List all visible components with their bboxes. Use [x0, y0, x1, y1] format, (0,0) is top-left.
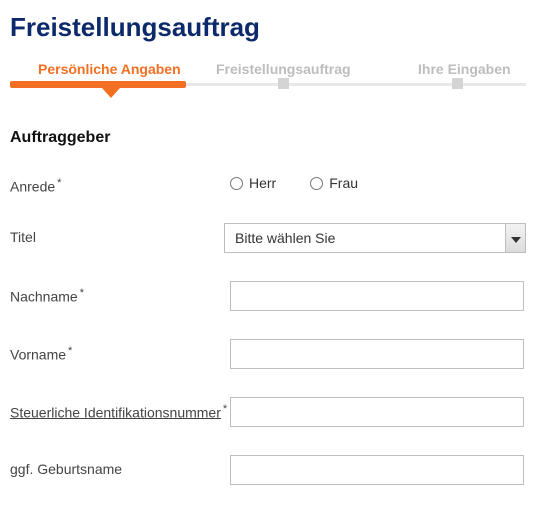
- step-3[interactable]: Ihre Eingaben: [418, 61, 511, 77]
- required-marker: *: [68, 345, 72, 357]
- salutation-frau-label: Frau: [329, 175, 358, 191]
- salutation-frau[interactable]: Frau: [310, 175, 358, 191]
- page-title: Freistellungsauftrag: [10, 12, 526, 43]
- title-select-button[interactable]: [505, 224, 525, 252]
- step-3-marker: [452, 78, 463, 89]
- lastname-label-text: Nachname: [10, 288, 78, 304]
- salutation-herr-label: Herr: [249, 175, 276, 191]
- step-1[interactable]: Persönliche Angaben: [38, 61, 181, 77]
- step-2-marker: [278, 78, 289, 89]
- required-marker: *: [57, 177, 61, 189]
- required-marker: *: [80, 287, 84, 299]
- taxid-label-text: Steuerliche Identifikationsnummer: [10, 404, 221, 420]
- title-select[interactable]: Bitte wählen Sie: [224, 223, 526, 253]
- firstname-input[interactable]: [230, 339, 524, 369]
- section-heading: Auftraggeber: [10, 129, 526, 147]
- wizard-steps: Persönliche Angaben Freistellungsauftrag…: [10, 61, 526, 95]
- salutation-herr-radio[interactable]: [230, 177, 243, 190]
- lastname-label: Nachname*: [10, 281, 230, 305]
- chevron-down-icon: [511, 230, 521, 246]
- taxid-input[interactable]: [230, 397, 524, 427]
- step-2[interactable]: Freistellungsauftrag: [216, 61, 351, 77]
- salutation-label: Anrede*: [10, 171, 230, 195]
- firstname-label-text: Vorname: [10, 346, 66, 362]
- salutation-radios: Herr Frau: [230, 171, 526, 191]
- steps-track-active: [10, 81, 186, 88]
- salutation-herr[interactable]: Herr: [230, 175, 276, 191]
- required-marker: *: [223, 403, 227, 415]
- taxid-label: Steuerliche Identifikationsnummer*: [10, 397, 230, 421]
- birthname-label: ggf. Geburtsname: [10, 455, 230, 477]
- salutation-frau-radio[interactable]: [310, 177, 323, 190]
- firstname-label: Vorname*: [10, 339, 230, 363]
- lastname-input[interactable]: [230, 281, 524, 311]
- title-label: Titel: [10, 223, 224, 245]
- salutation-label-text: Anrede: [10, 179, 55, 195]
- step-pointer: [102, 88, 120, 98]
- title-select-value: Bitte wählen Sie: [235, 230, 335, 246]
- birthname-input[interactable]: [230, 455, 524, 485]
